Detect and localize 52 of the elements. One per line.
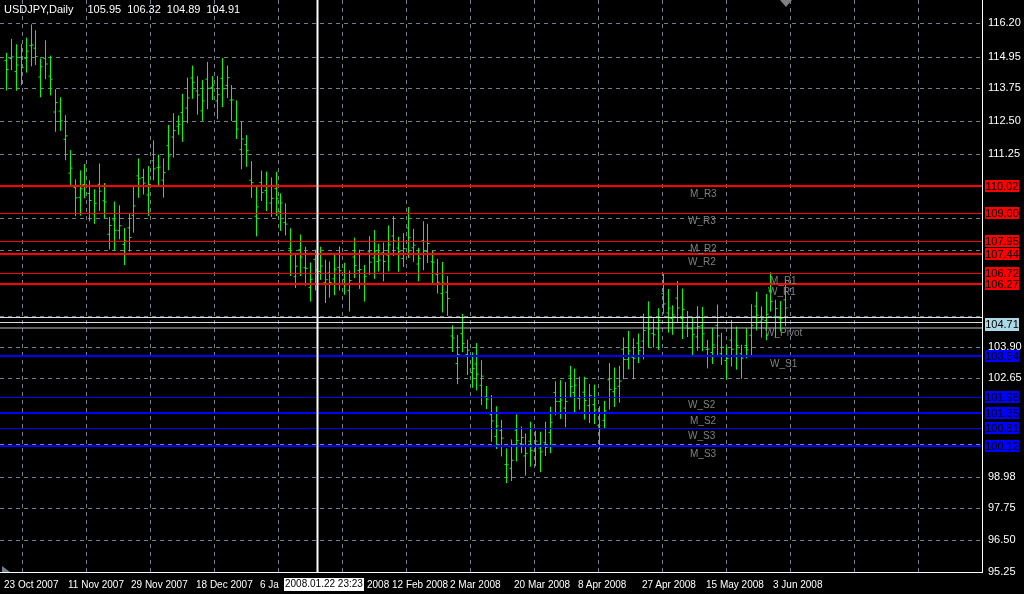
price-tick-label: 103.90 (988, 341, 1022, 352)
date-label: 29 Nov 2007 (131, 580, 188, 590)
price-tick-label: 114.95 (988, 51, 1021, 62)
level-name: M_S3 (690, 449, 717, 459)
price-tick-label: 113.75 (988, 82, 1021, 93)
level-name: M_R3 (690, 189, 717, 199)
level-price-label: 103.54 (985, 350, 1019, 362)
price-tick-label: 102.65 (988, 372, 1022, 383)
price-tick-label: 96.50 (988, 534, 1016, 545)
date-label: 2 Mar 2008 (450, 580, 501, 590)
date-label: 12 Feb 2008 (392, 580, 449, 590)
date-label: 20 Mar 2008 (514, 580, 571, 590)
level-price-label: 107.44 (985, 248, 1019, 260)
level-price-label: 106.72 (985, 267, 1019, 279)
ohlc-value: 105.95 (87, 4, 122, 15)
date-label: 11 Nov 2007 (68, 580, 124, 590)
level-price-label: 109.00 (985, 207, 1019, 219)
level-price-label: 100.81 (985, 422, 1019, 434)
crosshair-time-label: 2008.01.22 23:23 (284, 578, 364, 591)
price-tick-label: 116.20 (988, 17, 1021, 28)
level-name: W_S1 (770, 359, 798, 369)
level-name: W_R2 (688, 257, 716, 267)
level-name: W_S2 (688, 400, 716, 410)
level-name: W_S3 (688, 431, 716, 441)
level-price-label: 107.95 (985, 235, 1019, 247)
chart-symbol: USDJPY,Daily (4, 4, 74, 15)
level-price-label: 106.27 (985, 278, 1019, 290)
level-price-label: 101.35 (985, 407, 1019, 419)
price-tick-label: 98.98 (988, 471, 1016, 482)
level-price-label: 101.98 (985, 391, 1019, 403)
date-label: 15 May 2008 (706, 580, 764, 590)
shift-marker-icon (780, 0, 792, 7)
bid-price-label: 104.71 (985, 318, 1019, 331)
price-tick-label: 112.50 (988, 115, 1021, 126)
level-price-label: 100.12 (985, 440, 1019, 452)
date-label: 6 Ja (260, 580, 279, 590)
date-label: 27 Apr 2008 (642, 580, 696, 590)
level-price-label: 110.02 (985, 180, 1019, 192)
date-label: 18 Dec 2007 (196, 580, 253, 590)
price-tick-label: 97.75 (988, 502, 1016, 513)
ohlc-value: 104.89 (166, 4, 201, 15)
date-label: 23 Oct 2007 (4, 580, 59, 590)
ohlc-value: 104.91 (206, 4, 241, 15)
date-label: 3 Jun 2008 (773, 580, 823, 590)
price-tick-label: 111.25 (988, 148, 1020, 159)
date-label: 2008 (367, 580, 390, 590)
level-name: M_S2 (690, 416, 717, 426)
date-label: 8 Apr 2008 (578, 580, 627, 590)
ohlc-value: 106.32 (127, 4, 161, 15)
price-tick-label: 95.25 (988, 566, 1016, 577)
level-name: M_R2 (690, 244, 717, 254)
level-name: W_R3 (688, 216, 716, 226)
